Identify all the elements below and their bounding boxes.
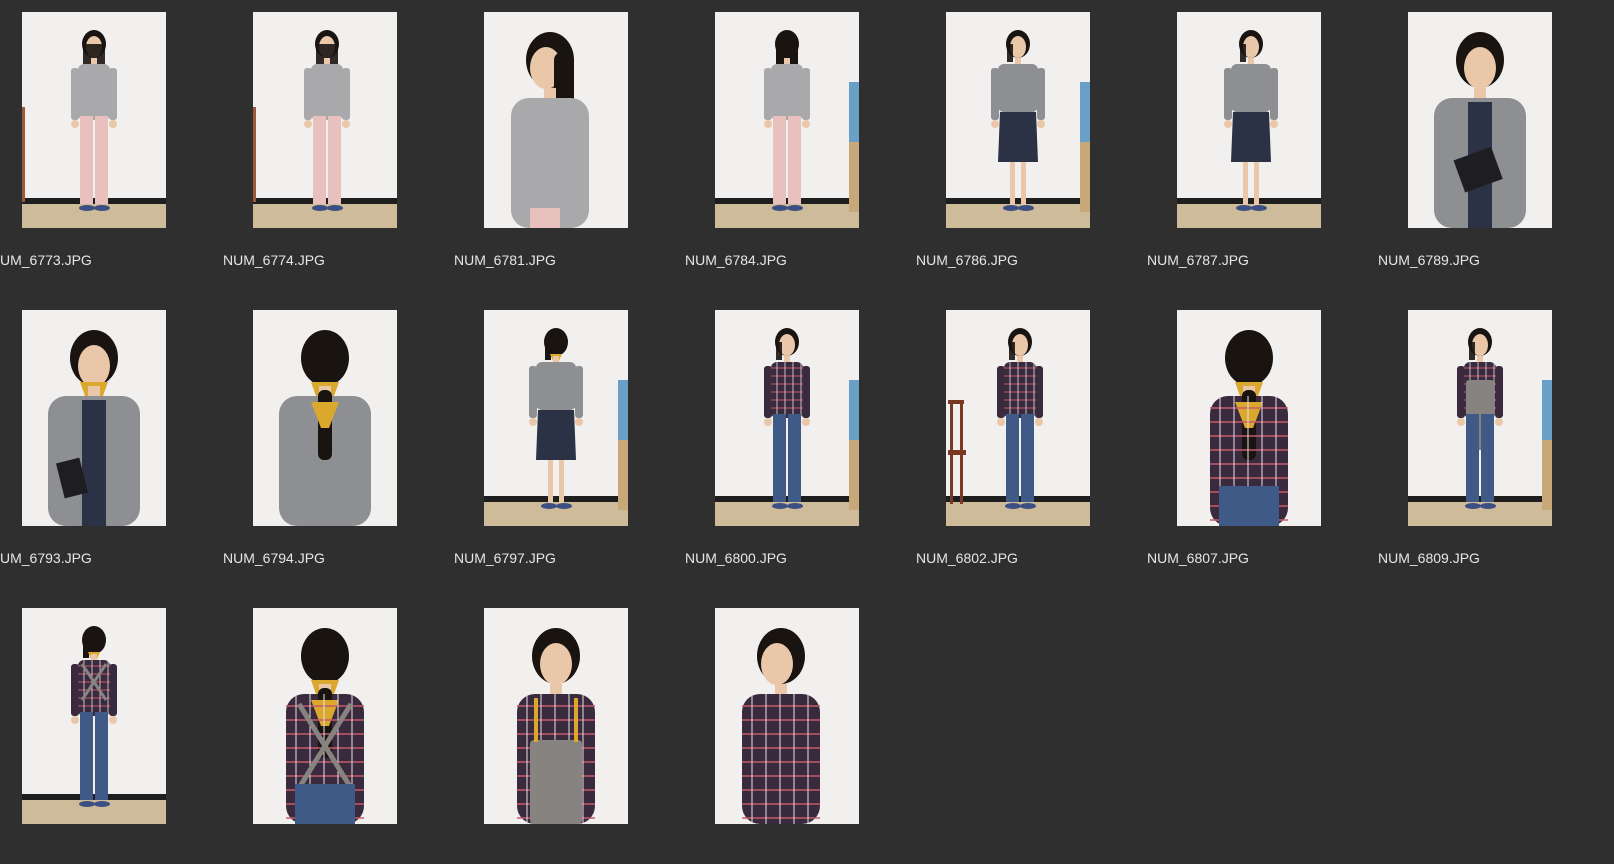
file-tile[interactable]: NUM_6789.JPG xyxy=(1378,0,1614,300)
file-tile[interactable]: NUM_6800.JPG xyxy=(685,298,931,598)
file-tile[interactable]: NUM_6797.JPG xyxy=(454,298,700,598)
file-tile[interactable] xyxy=(693,596,931,864)
photo-thumbnail[interactable] xyxy=(22,608,166,824)
photo-thumbnail[interactable] xyxy=(1408,310,1552,526)
photo-thumbnail[interactable] xyxy=(22,310,166,526)
file-tile[interactable]: NUM_6809.JPG xyxy=(1378,298,1614,598)
photo-thumbnail[interactable] xyxy=(946,310,1090,526)
photo-thumbnail[interactable] xyxy=(1177,12,1321,228)
photo-thumbnail[interactable] xyxy=(946,12,1090,228)
photo-thumbnail[interactable] xyxy=(715,310,859,526)
file-name-label: NUM_6781.JPG xyxy=(454,252,556,268)
file-tile[interactable] xyxy=(231,596,469,864)
file-name-label: NUM_6789.JPG xyxy=(1378,252,1480,268)
file-name-label: NUM_6807.JPG xyxy=(1147,550,1249,566)
file-name-label: UM_6773.JPG xyxy=(0,252,92,268)
file-name-label: NUM_6800.JPG xyxy=(685,550,787,566)
file-browser-grid: UM_6773.JPG NUM_6774.JPG NUM_6781.JPG NUM_6… xyxy=(0,0,1614,864)
file-name-label: NUM_6786.JPG xyxy=(916,252,1018,268)
photo-thumbnail[interactable] xyxy=(715,608,859,824)
file-tile[interactable]: NUM_6807.JPG xyxy=(1147,298,1393,598)
file-tile[interactable]: UM_6793.JPG xyxy=(0,298,238,598)
file-name-label: UM_6793.JPG xyxy=(0,550,92,566)
file-tile[interactable] xyxy=(462,596,700,864)
file-name-label: NUM_6787.JPG xyxy=(1147,252,1249,268)
file-name-label: NUM_6797.JPG xyxy=(454,550,556,566)
file-tile[interactable]: NUM_6794.JPG xyxy=(223,298,469,598)
photo-thumbnail[interactable] xyxy=(1177,310,1321,526)
photo-thumbnail[interactable] xyxy=(22,12,166,228)
file-tile[interactable]: NUM_6781.JPG xyxy=(454,0,700,300)
file-tile[interactable]: NUM_6784.JPG xyxy=(685,0,931,300)
file-name-label: NUM_6794.JPG xyxy=(223,550,325,566)
file-tile[interactable]: NUM_6786.JPG xyxy=(916,0,1162,300)
photo-thumbnail[interactable] xyxy=(484,310,628,526)
photo-thumbnail[interactable] xyxy=(253,12,397,228)
photo-thumbnail[interactable] xyxy=(253,608,397,824)
file-tile[interactable]: NUM_6774.JPG xyxy=(223,0,469,300)
photo-thumbnail[interactable] xyxy=(253,310,397,526)
file-tile[interactable]: NUM_6802.JPG xyxy=(916,298,1162,598)
file-name-label: NUM_6774.JPG xyxy=(223,252,325,268)
file-name-label: NUM_6809.JPG xyxy=(1378,550,1480,566)
file-tile[interactable] xyxy=(0,596,238,864)
photo-thumbnail[interactable] xyxy=(484,608,628,824)
photo-thumbnail[interactable] xyxy=(715,12,859,228)
photo-thumbnail[interactable] xyxy=(1408,12,1552,228)
file-tile[interactable]: UM_6773.JPG xyxy=(0,0,238,300)
photo-thumbnail[interactable] xyxy=(484,12,628,228)
file-tile[interactable]: NUM_6787.JPG xyxy=(1147,0,1393,300)
file-name-label: NUM_6784.JPG xyxy=(685,252,787,268)
file-name-label: NUM_6802.JPG xyxy=(916,550,1018,566)
